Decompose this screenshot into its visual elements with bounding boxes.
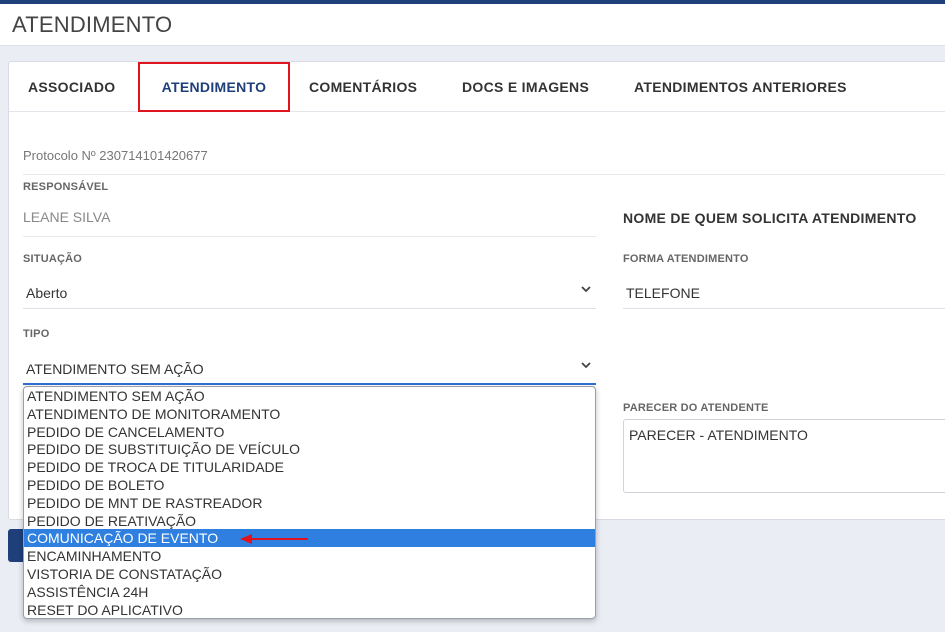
responsavel-label: RESPONSÁVEL — [23, 181, 109, 193]
dropdown-option[interactable]: ATENDIMENTO SEM AÇÃO — [24, 387, 595, 405]
situacao-select[interactable]: Aberto — [23, 277, 596, 309]
dropdown-option[interactable]: ENCAMINHAMENTO — [24, 547, 595, 565]
dropdown-option[interactable]: RESET DO APLICATIVO — [24, 601, 595, 618]
tab-docs-e-imagens[interactable]: DOCS E IMAGENS — [462, 62, 589, 112]
dropdown-option[interactable]: PEDIDO DE TROCA DE TITULARIDADE — [24, 458, 595, 476]
tab-atendimento[interactable]: ATENDIMENTO — [138, 62, 290, 112]
parecer-textarea[interactable]: PARECER - ATENDIMENTO — [623, 419, 945, 493]
parecer-label: PARECER DO ATENDENTE — [623, 402, 769, 414]
divider — [23, 174, 945, 175]
tab-bar: ASSOCIADO ATENDIMENTO COMENTÁRIOS DOCS E… — [9, 62, 945, 112]
chevron-down-icon — [581, 286, 591, 293]
annotation-arrow-icon — [240, 534, 308, 544]
tipo-label: TIPO — [23, 328, 50, 340]
responsavel-value: LEANE SILVA — [23, 209, 111, 225]
tab-comentarios[interactable]: COMENTÁRIOS — [309, 62, 417, 112]
dropdown-option[interactable]: PEDIDO DE CANCELAMENTO — [24, 423, 595, 441]
dropdown-option[interactable]: ATENDIMENTO DE MONITORAMENTO — [24, 405, 595, 423]
tab-associado[interactable]: ASSOCIADO — [28, 62, 116, 112]
page-header: ATENDIMENTO — [0, 4, 945, 46]
situacao-label: SITUAÇÃO — [23, 253, 83, 265]
dropdown-option[interactable]: PEDIDO DE SUBSTITUIÇÃO DE VEÍCULO — [24, 440, 595, 458]
tab-atendimentos-anteriores[interactable]: ATENDIMENTOS ANTERIORES — [634, 62, 847, 112]
page-title: ATENDIMENTO — [12, 12, 173, 37]
dropdown-option[interactable]: PEDIDO DE BOLETO — [24, 476, 595, 494]
tipo-select[interactable]: ATENDIMENTO SEM AÇÃO — [23, 353, 596, 385]
tipo-dropdown-list: ATENDIMENTO SEM AÇÃO ATENDIMENTO DE MONI… — [23, 386, 596, 619]
divider — [23, 236, 596, 237]
forma-atendimento-field[interactable]: TELEFONE — [623, 277, 945, 309]
tipo-value: ATENDIMENTO SEM AÇÃO — [26, 361, 204, 377]
forma-atendimento-value: TELEFONE — [626, 285, 700, 301]
solicitante-heading: NOME DE QUEM SOLICITA ATENDIMENTO — [623, 210, 917, 226]
situacao-value: Aberto — [26, 285, 68, 301]
chevron-down-icon — [581, 362, 591, 369]
forma-atendimento-label: FORMA ATENDIMENTO — [623, 253, 749, 265]
dropdown-option[interactable]: PEDIDO DE REATIVAÇÃO — [24, 512, 595, 530]
parecer-value: PARECER - ATENDIMENTO — [629, 427, 808, 443]
dropdown-option[interactable]: VISTORIA DE CONSTATAÇÃO — [24, 565, 595, 583]
protocol-number: Protocolo Nº 230714101420677 — [23, 148, 208, 163]
dropdown-option[interactable]: PEDIDO DE MNT DE RASTREADOR — [24, 494, 595, 512]
dropdown-option[interactable]: ASSISTÊNCIA 24H — [24, 583, 595, 601]
